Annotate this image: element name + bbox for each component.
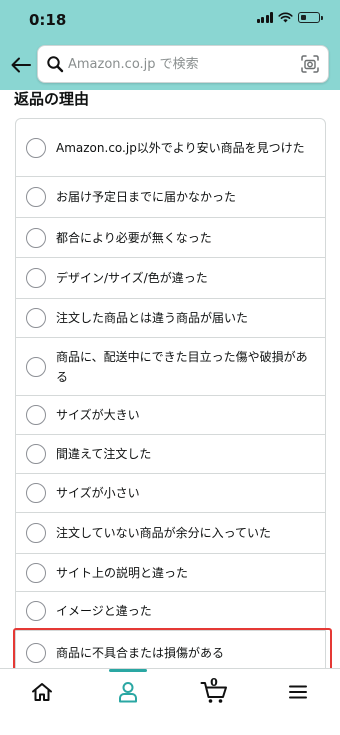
radio-button[interactable]	[26, 523, 46, 543]
back-button[interactable]	[8, 52, 34, 78]
nav-account[interactable]	[113, 679, 143, 705]
reason-option[interactable]: 注文していない商品が余分に入っていた	[16, 513, 325, 554]
reason-option-label: 都合により必要が無くなった	[56, 230, 212, 245]
reason-option[interactable]: 注文した商品とは違う商品が届いた	[16, 299, 325, 338]
reason-option-label: お届け予定日までに届かなかった	[56, 190, 237, 204]
radio-button[interactable]	[26, 268, 46, 288]
reason-option-label: 注文していない商品が余分に入っていた	[56, 526, 272, 540]
reason-option[interactable]: サイト上の説明と違った	[16, 554, 325, 592]
radio-button[interactable]	[26, 405, 46, 425]
reason-option[interactable]: お届け予定日までに届かなかった	[16, 177, 325, 218]
home-icon	[32, 683, 52, 701]
reason-option[interactable]: 商品に、配送中にできた目立った傷や破損がある	[16, 338, 325, 396]
reason-option-label: 商品に不具合または損傷がある	[56, 646, 225, 660]
reason-option[interactable]: イメージと違った	[16, 592, 325, 631]
nav-menu[interactable]	[283, 679, 313, 705]
search-box[interactable]	[37, 45, 329, 83]
reason-option-label: 間違えて注文した	[56, 447, 152, 461]
cellular-signal-icon	[256, 12, 273, 23]
search-icon	[47, 56, 64, 73]
search-header	[0, 40, 340, 90]
radio-button[interactable]	[26, 601, 46, 621]
wifi-icon	[278, 12, 293, 23]
account-icon	[119, 682, 137, 703]
status-icons	[256, 12, 323, 23]
reason-option-label: サイト上の説明と違った	[56, 565, 189, 580]
reason-option-label: サイズが小さい	[56, 486, 140, 500]
reason-option[interactable]: サイズが小さい	[16, 474, 325, 513]
reason-option[interactable]: Amazon.co.jp以外でより安い商品を見つけた	[16, 119, 325, 177]
reason-option-label: Amazon.co.jp以外でより安い商品を見つけた	[56, 140, 305, 155]
reason-option[interactable]: 間違えて注文した	[16, 435, 325, 474]
camera-scan-icon[interactable]	[300, 54, 320, 74]
status-bar: 0:18	[0, 0, 340, 40]
search-input[interactable]	[68, 46, 298, 82]
radio-button[interactable]	[26, 483, 46, 503]
active-tab-indicator	[109, 669, 147, 672]
radio-button[interactable]	[26, 444, 46, 464]
reason-option[interactable]: デザイン/サイズ/色が違った	[16, 258, 325, 299]
radio-button[interactable]	[26, 227, 46, 248]
battery-icon	[298, 12, 323, 23]
return-reason-title: 返品の理由	[14, 90, 90, 108]
bottom-navigation: 0	[0, 668, 340, 735]
back-arrow-icon	[11, 57, 31, 73]
reason-option-label: 商品に、配送中にできた目立った傷や破損がある	[56, 349, 308, 384]
status-time: 0:18	[29, 11, 67, 29]
nav-cart[interactable]: 0	[198, 676, 230, 705]
radio-button[interactable]	[26, 187, 46, 207]
reason-option[interactable]: サイズが大きい	[16, 396, 325, 435]
nav-home[interactable]	[27, 679, 57, 705]
radio-button[interactable]	[26, 137, 46, 158]
radio-button[interactable]	[26, 643, 46, 663]
cart-count-badge: 0	[210, 676, 218, 689]
reason-option-label: 注文した商品とは違う商品が届いた	[56, 311, 249, 325]
reason-option-label: サイズが大きい	[56, 408, 140, 422]
return-reason-list: Amazon.co.jp以外でより安い商品を見つけた お届け予定日までに届かなか…	[15, 118, 326, 676]
radio-button[interactable]	[26, 562, 46, 583]
menu-icon	[289, 685, 307, 699]
radio-button[interactable]	[26, 308, 46, 328]
radio-button[interactable]	[26, 356, 46, 377]
reason-option-label: デザイン/サイズ/色が違った	[56, 271, 208, 285]
reason-option-label: イメージと違った	[56, 604, 152, 618]
reason-option[interactable]: 都合により必要が無くなった	[16, 218, 325, 258]
